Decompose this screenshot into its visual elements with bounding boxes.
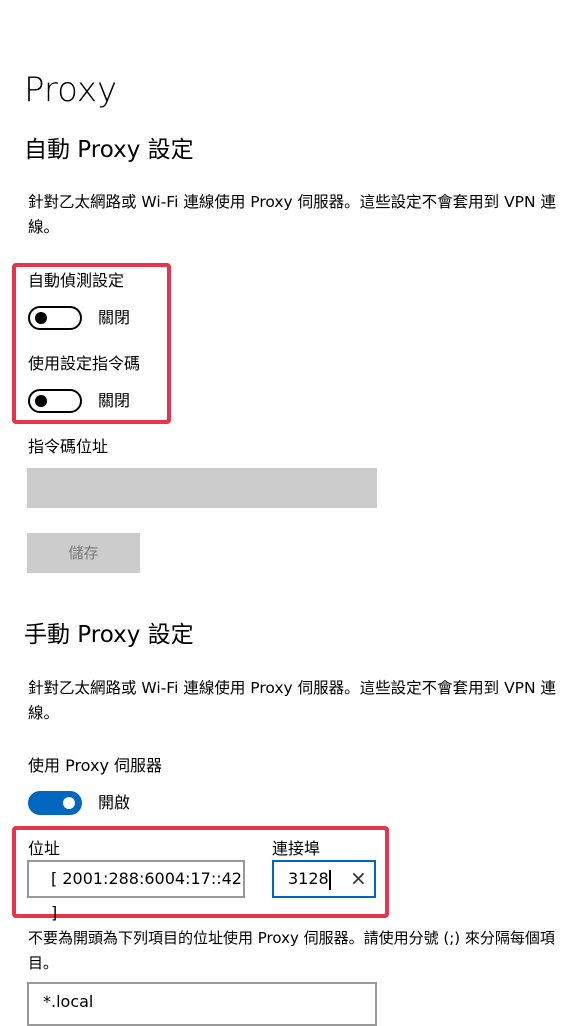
exceptions-input[interactable]: *.local xyxy=(27,982,377,1026)
clear-icon[interactable]: × xyxy=(350,861,367,895)
auto-proxy-section-title: 自動 Proxy 設定 xyxy=(24,137,194,163)
auto-detect-toggle[interactable] xyxy=(28,306,82,330)
page-title: Proxy xyxy=(24,70,118,110)
auto-detect-label: 自動偵測設定 xyxy=(28,271,125,290)
exceptions-description: 不要為開頭為下列項目的位址使用 Proxy 伺服器。請使用分號 (;) 來分隔每… xyxy=(28,929,555,972)
use-proxy-label: 使用 Proxy 伺服器 xyxy=(28,756,163,775)
script-address-input[interactable] xyxy=(27,468,377,508)
use-script-toggle[interactable] xyxy=(28,389,82,413)
port-value: 3128 xyxy=(288,869,329,888)
use-script-label: 使用設定指令碼 xyxy=(28,354,141,373)
use-proxy-state: 開啟 xyxy=(98,793,131,812)
manual-proxy-description: 針對乙太網路或 Wi-Fi 連線使用 Proxy 伺服器。這些設定不會套用到 V… xyxy=(28,679,557,722)
port-input[interactable]: 3128 × xyxy=(272,860,376,898)
address-label: 位址 xyxy=(28,839,61,858)
toggle-knob xyxy=(35,395,47,407)
text-caret xyxy=(329,870,331,890)
port-label: 連接埠 xyxy=(272,839,321,858)
script-address-label: 指令碼位址 xyxy=(28,437,109,456)
address-input[interactable]: [ 2001:288:6004:17::42 ] xyxy=(27,860,245,922)
toggle-knob xyxy=(63,797,75,809)
auto-proxy-description: 針對乙太網路或 Wi-Fi 連線使用 Proxy 伺服器。這些設定不會套用到 V… xyxy=(28,193,557,236)
save-button[interactable]: 儲存 xyxy=(27,533,140,573)
use-proxy-toggle[interactable] xyxy=(28,791,82,815)
use-script-state: 關閉 xyxy=(98,391,131,410)
auto-detect-state: 關閉 xyxy=(98,308,131,327)
toggle-knob xyxy=(35,312,47,324)
manual-proxy-section-title: 手動 Proxy 設定 xyxy=(24,622,194,648)
